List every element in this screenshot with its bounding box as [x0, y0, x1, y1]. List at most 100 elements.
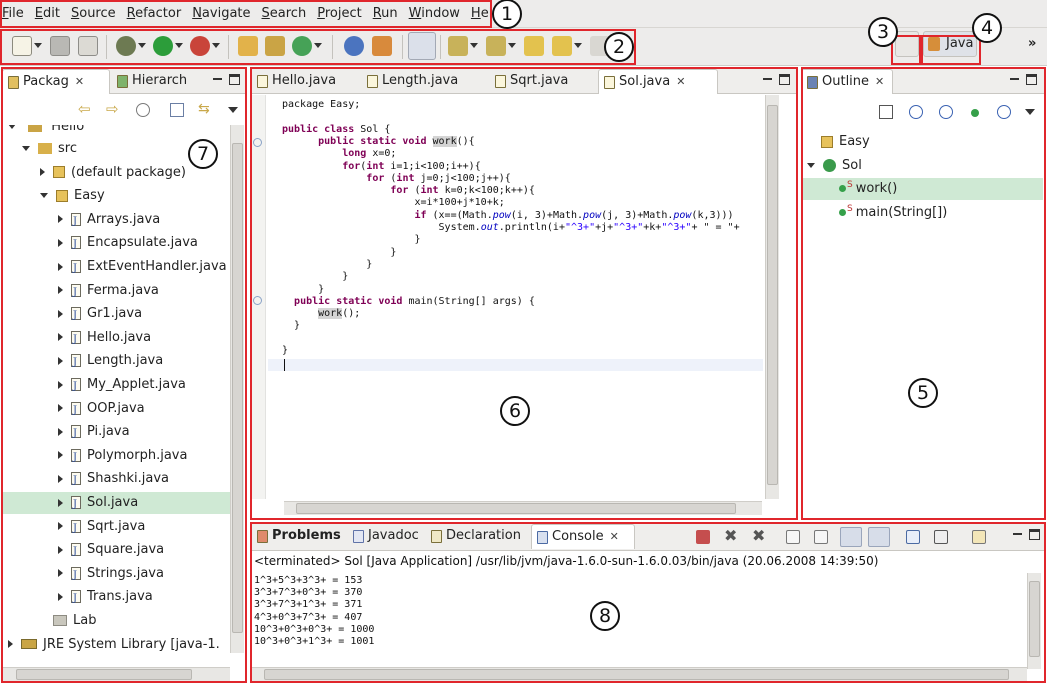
menu-file[interactable]: File [2, 6, 24, 21]
tab-problems[interactable]: Problems [252, 524, 344, 549]
tree-item[interactable]: Sol.java [2, 492, 230, 516]
clear-console-icon[interactable] [786, 530, 800, 544]
chevron-right-icon[interactable] [58, 498, 63, 507]
minimize-icon[interactable] [1012, 529, 1023, 540]
chevron-down-icon[interactable] [22, 146, 30, 151]
hide-fields-icon[interactable] [909, 105, 923, 119]
forward-arrow-icon[interactable]: ⇨ [106, 100, 119, 118]
chevron-right-icon[interactable] [58, 286, 63, 295]
tab-sol-java[interactable]: Sol.java ✕ [598, 69, 718, 94]
back-arrow-icon[interactable]: ⇦ [78, 100, 91, 118]
new-package-icon[interactable] [265, 36, 285, 56]
show-on-stdout-icon[interactable] [840, 527, 862, 547]
hide-local-types-icon[interactable] [997, 105, 1011, 119]
save-icon[interactable] [50, 36, 70, 56]
tree-item[interactable]: Pi.java [2, 421, 230, 445]
chevron-right-icon[interactable] [58, 404, 63, 413]
tree-item[interactable]: Sqrt.java [2, 516, 230, 540]
outline-item[interactable]: Swork() [803, 178, 1043, 200]
sort-icon[interactable] [879, 105, 893, 119]
tree-item[interactable]: Lab [2, 610, 230, 632]
chevron-down-icon[interactable] [314, 43, 322, 48]
hide-nonpublic-icon[interactable] [971, 109, 979, 117]
outline-item[interactable]: Smain(String[]) [803, 202, 1043, 224]
tree-item[interactable]: Hello.java [2, 327, 230, 351]
tree-item[interactable]: Polymorph.java [2, 445, 230, 469]
scroll-thumb[interactable] [16, 669, 192, 680]
close-icon[interactable]: ✕ [610, 525, 619, 549]
toolbar-overflow-icon[interactable]: » [1028, 36, 1036, 51]
chevron-right-icon[interactable] [58, 451, 63, 460]
tab-length-java[interactable]: Length.java [362, 69, 480, 94]
scroll-thumb[interactable] [232, 143, 243, 633]
console-vscroll[interactable] [1027, 573, 1041, 669]
tree-item[interactable]: ExtEventHandler.java [2, 256, 230, 280]
menu-edit[interactable]: Edit [35, 6, 60, 21]
open-perspective-button[interactable] [895, 31, 919, 57]
minimize-icon[interactable] [1009, 74, 1020, 85]
chevron-right-icon[interactable] [8, 640, 13, 649]
tree-item[interactable]: Trans.java [2, 586, 230, 610]
back-icon[interactable] [552, 36, 572, 56]
tree-item[interactable]: JRE System Library [java-1. [2, 634, 230, 653]
new-class-icon[interactable] [292, 36, 312, 56]
minimize-icon[interactable] [762, 74, 773, 85]
chevron-right-icon[interactable] [58, 474, 63, 483]
hide-static-icon[interactable] [939, 105, 953, 119]
last-edit-location-icon[interactable] [524, 36, 544, 56]
scroll-thumb[interactable] [1029, 581, 1040, 657]
chevron-right-icon[interactable] [58, 356, 63, 365]
chevron-down-icon[interactable] [212, 43, 220, 48]
view-menu-icon[interactable] [1025, 109, 1035, 115]
chevron-right-icon[interactable] [40, 168, 45, 177]
menu-window[interactable]: Window [409, 6, 460, 21]
chevron-right-icon[interactable] [58, 427, 63, 436]
maximize-icon[interactable] [229, 74, 240, 85]
debug-icon[interactable] [116, 36, 136, 56]
tab-hello-java[interactable]: Hello.java [252, 69, 356, 94]
chevron-right-icon[interactable] [58, 238, 63, 247]
console-hscroll[interactable] [250, 667, 1027, 681]
tree-item[interactable]: OOP.java [2, 398, 230, 422]
print-icon[interactable] [78, 36, 98, 56]
external-tools-icon[interactable] [190, 36, 210, 56]
chevron-right-icon[interactable] [58, 545, 63, 554]
chevron-down-icon[interactable] [574, 43, 582, 48]
menu-project[interactable]: Project [317, 6, 362, 21]
maximize-icon[interactable] [1029, 529, 1040, 540]
tree-item[interactable]: Encapsulate.java [2, 232, 230, 256]
open-type-icon[interactable] [344, 36, 364, 56]
outline-item[interactable]: Sol [803, 155, 1043, 177]
search-icon[interactable] [372, 36, 392, 56]
fold-marker-icon[interactable] [253, 296, 262, 305]
menu-navigate[interactable]: Navigate [192, 6, 250, 21]
view-menu-icon[interactable] [228, 107, 238, 113]
menu-run[interactable]: Run [373, 6, 398, 21]
chevron-down-icon[interactable] [807, 162, 815, 168]
tab-hierarchy[interactable]: Hierarch [112, 69, 210, 94]
tree-item[interactable]: Arrays.java [2, 209, 230, 233]
remove-launch-icon[interactable]: ✖ [724, 526, 737, 545]
java-perspective-button[interactable]: Java [923, 31, 977, 57]
scroll-thumb[interactable] [296, 503, 736, 514]
menu-source[interactable]: Source [71, 6, 116, 21]
editor-hscroll[interactable] [284, 501, 762, 515]
fold-marker-icon[interactable] [253, 138, 262, 147]
chevron-right-icon[interactable] [58, 522, 63, 531]
outline-item[interactable]: Easy [803, 131, 1043, 153]
tab-console[interactable]: Console ✕ [531, 524, 635, 549]
tab-outline[interactable]: Outline ✕ [801, 69, 893, 94]
package-explorer-vscroll[interactable] [230, 125, 244, 653]
tree-item[interactable]: Easy [2, 185, 230, 207]
tab-sqrt-java[interactable]: Sqrt.java [490, 69, 590, 94]
chevron-down-icon[interactable] [40, 193, 48, 199]
tree-expand-icon[interactable] [8, 125, 16, 129]
previous-annotation-icon[interactable] [486, 36, 506, 56]
tab-declaration[interactable]: Declaration [426, 524, 528, 549]
pin-console-icon[interactable] [906, 530, 920, 544]
tree-item[interactable]: Strings.java [2, 563, 230, 587]
link-with-editor-icon[interactable]: ⇆ [198, 101, 210, 117]
package-explorer-hscroll[interactable] [2, 667, 230, 681]
chevron-down-icon[interactable] [34, 43, 42, 48]
filter-icon[interactable] [170, 103, 184, 117]
